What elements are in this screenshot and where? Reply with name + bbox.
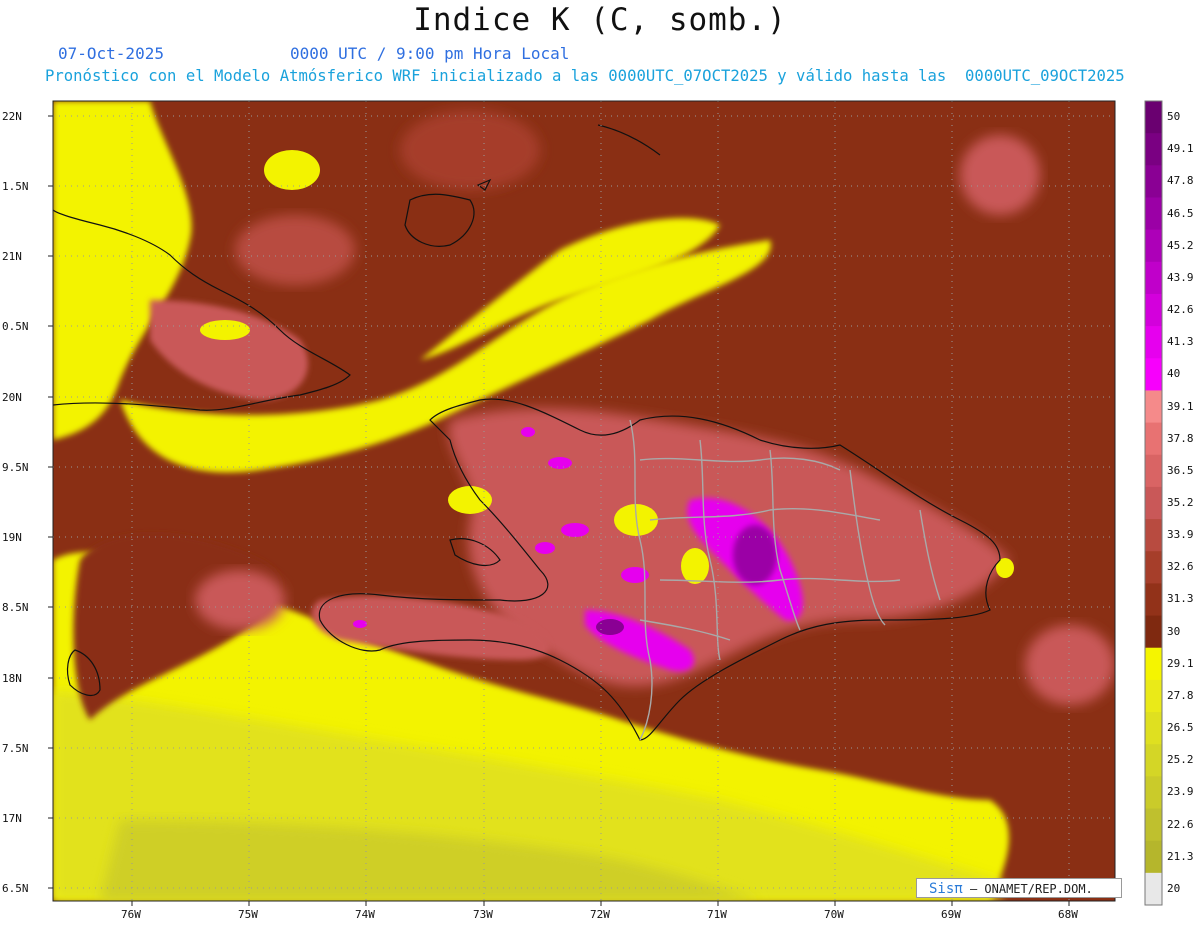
colorbar-swatch — [1145, 229, 1162, 263]
colorbar-label: 33.9 — [1167, 528, 1194, 542]
colorbar-label: 23.9 — [1167, 785, 1194, 799]
colorbar-swatch — [1145, 261, 1162, 295]
lat-label-18n: 18N — [2, 672, 22, 685]
colorbar-label: 21.3 — [1167, 849, 1194, 863]
colorbar-swatch — [1145, 551, 1162, 584]
colorbar-label: 37.8 — [1167, 431, 1194, 445]
colorbar-swatch — [1145, 358, 1162, 391]
lat-label-19-5n: 9.5N — [2, 461, 29, 474]
colorbar-label: 50 — [1167, 110, 1181, 124]
colorbar-swatch — [1145, 647, 1162, 681]
lon-label-71w: 71W — [707, 908, 727, 921]
colorbar-label: 30 — [1167, 624, 1181, 638]
colorbar-label: 49.1 — [1167, 142, 1194, 156]
lat-label-20n: 20N — [2, 391, 22, 404]
credit-org: – ONAMET/REP.DOM. — [962, 882, 1093, 896]
colorbar-swatch — [1145, 390, 1162, 424]
lat-label-17n: 17N — [2, 812, 22, 825]
lon-label-75w: 75W — [238, 908, 258, 921]
colorbar-label: 31.3 — [1167, 592, 1194, 606]
colorbar-label: 27.8 — [1167, 688, 1194, 702]
lat-label-17-5n: 7.5N — [2, 742, 29, 755]
colorbar-label: 26.5 — [1167, 721, 1194, 735]
colorbar-swatch — [1145, 679, 1162, 713]
lat-label-18-5n: 8.5N — [2, 601, 29, 614]
colorbar-swatch — [1145, 486, 1162, 520]
colorbar-label: 46.5 — [1167, 206, 1194, 220]
colorbar-label: 39.1 — [1167, 399, 1194, 413]
colorbar-label: 41.3 — [1167, 335, 1194, 349]
colorbar-label: 32.6 — [1167, 560, 1194, 574]
lat-label-22n: 22N — [2, 110, 22, 123]
colorbar-swatch — [1145, 583, 1162, 617]
colorbar-swatch — [1145, 422, 1162, 456]
lat-label-16-5n: 6.5N — [2, 882, 29, 895]
colorbar-label: 29.1 — [1167, 656, 1194, 670]
credit-box: Sisπ – ONAMET/REP.DOM. — [916, 878, 1122, 898]
lon-label-72w: 72W — [590, 908, 610, 921]
credit-brand: Sisπ — [929, 881, 963, 897]
colorbar-swatch — [1145, 293, 1162, 327]
colorbar-label: 20 — [1167, 881, 1181, 895]
colorbar-label: 25.2 — [1167, 753, 1194, 767]
colorbar-swatch — [1145, 776, 1162, 810]
colorbar-label: 40 — [1167, 367, 1181, 381]
colorbar-swatch — [1145, 872, 1162, 906]
colorbar-label: 42.6 — [1167, 303, 1194, 317]
colorbar-label: 36.5 — [1167, 463, 1194, 477]
colorbar-swatch — [1145, 712, 1162, 745]
colorbar-swatch — [1145, 744, 1162, 777]
lat-label-21n: 21N — [2, 250, 22, 263]
colorbar-swatch — [1145, 615, 1162, 649]
lon-label-70w: 70W — [824, 908, 844, 921]
colorbar-swatch — [1145, 133, 1162, 166]
colorbar-swatch — [1145, 101, 1162, 134]
colorbar-label: 22.6 — [1167, 817, 1194, 831]
lon-label-76w: 76W — [121, 908, 141, 921]
colorbar-swatch — [1145, 808, 1162, 842]
colorbar-swatch — [1145, 840, 1162, 874]
colorbar-swatch — [1145, 519, 1162, 552]
colorbar — [1144, 100, 1163, 906]
colorbar-label: 47.8 — [1167, 174, 1194, 188]
lat-label-21-5n: 1.5N — [2, 180, 29, 193]
lat-label-20-5n: 0.5N — [2, 320, 29, 333]
colorbar-swatch — [1145, 197, 1162, 231]
map-field — [53, 101, 1115, 901]
lat-label-19n: 19N — [2, 531, 22, 544]
forecast-map — [48, 100, 1163, 906]
lon-label-74w: 74W — [355, 908, 375, 921]
colorbar-swatch — [1145, 454, 1162, 488]
colorbar-swatch — [1145, 326, 1162, 359]
lon-label-69w: 69W — [941, 908, 961, 921]
lon-label-73w: 73W — [473, 908, 493, 921]
colorbar-label: 43.9 — [1167, 270, 1194, 284]
colorbar-label: 45.2 — [1167, 238, 1194, 252]
colorbar-swatch — [1145, 165, 1162, 198]
lon-label-68w: 68W — [1058, 908, 1078, 921]
colorbar-label: 35.2 — [1167, 496, 1194, 509]
